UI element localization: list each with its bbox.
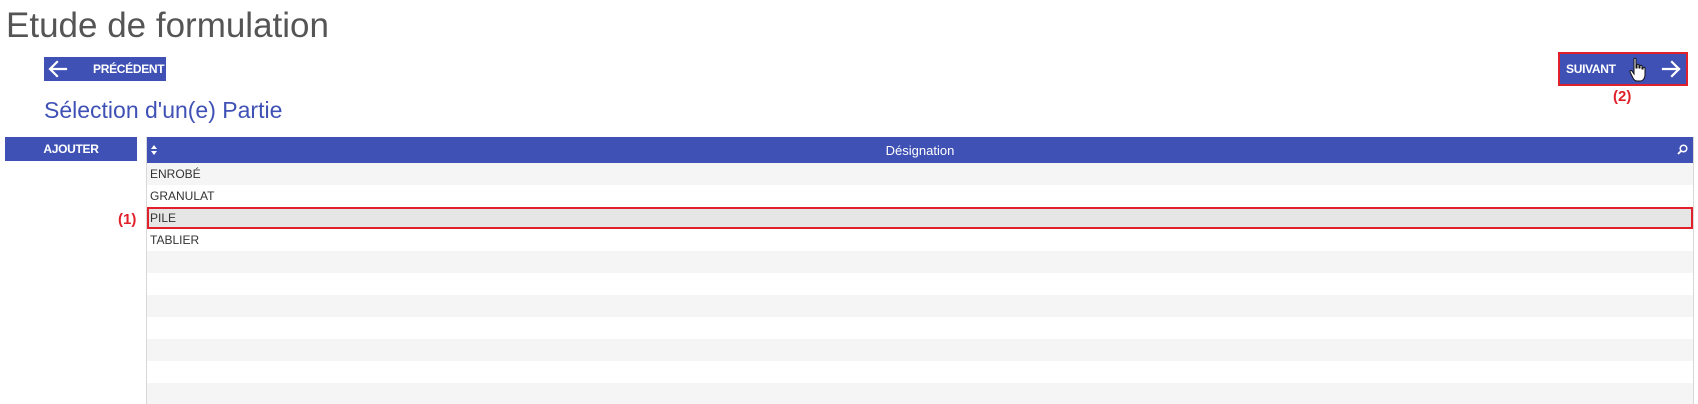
table-row[interactable]: GRANULAT (147, 185, 1693, 207)
table-row[interactable]: PILE (147, 207, 1693, 229)
page-title: Etude de formulation (6, 6, 329, 45)
table-row-empty (147, 383, 1693, 404)
add-button[interactable]: AJOUTER (5, 137, 137, 161)
designation-table: Désignation ENROBÉ GRANULAT PILE TABLIER (146, 137, 1694, 404)
arrow-left-icon (48, 60, 68, 78)
table-row[interactable]: ENROBÉ (147, 163, 1693, 185)
table-body: ENROBÉ GRANULAT PILE TABLIER (147, 163, 1693, 404)
next-button[interactable]: SUIVANT (1558, 52, 1688, 86)
table-row-empty (147, 339, 1693, 361)
page: Etude de formulation PRÉCÉDENT SUIVANT (… (0, 0, 1698, 404)
search-icon[interactable] (1677, 144, 1688, 155)
table-header[interactable]: Désignation (147, 137, 1693, 163)
table-row[interactable]: TABLIER (147, 229, 1693, 251)
next-button-label: SUIVANT (1566, 62, 1616, 76)
column-header-designation[interactable]: Désignation (147, 143, 1693, 158)
annotation-marker-row: (1) (118, 211, 137, 228)
table-row-empty (147, 361, 1693, 383)
table-row-empty (147, 251, 1693, 273)
table-row-empty (147, 295, 1693, 317)
annotation-marker-next: (2) (1613, 88, 1632, 105)
table-row-empty (147, 273, 1693, 295)
previous-button[interactable]: PRÉCÉDENT (44, 57, 166, 81)
hand-pointer-icon (1629, 57, 1646, 82)
arrow-right-icon (1661, 60, 1681, 78)
page-subtitle: Sélection d'un(e) Partie (44, 97, 283, 123)
table-row-empty (147, 317, 1693, 339)
previous-button-label: PRÉCÉDENT (93, 62, 165, 76)
